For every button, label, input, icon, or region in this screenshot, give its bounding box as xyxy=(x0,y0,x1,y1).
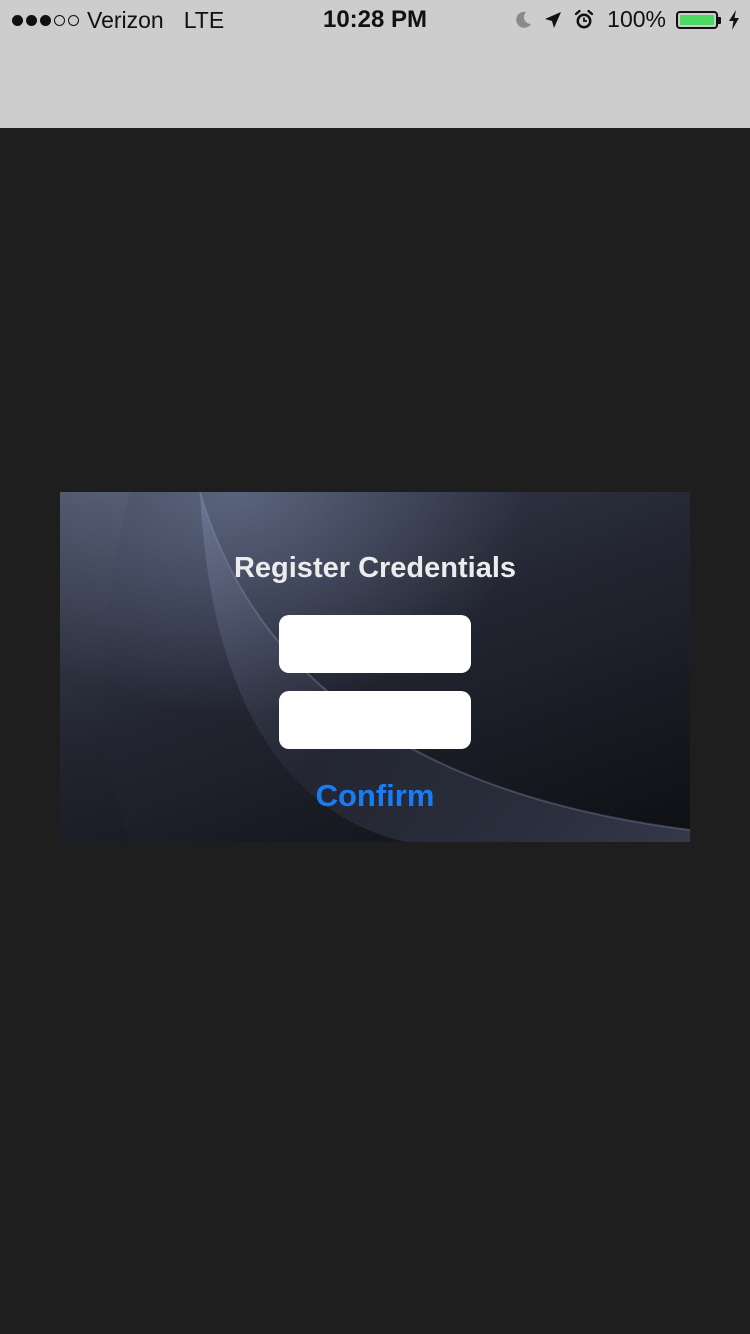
confirm-button[interactable]: Confirm xyxy=(60,778,690,814)
signal-strength-icon xyxy=(12,15,79,26)
charging-bolt-icon xyxy=(728,9,740,30)
credential-field-1[interactable] xyxy=(279,615,471,673)
battery-fill xyxy=(680,14,714,25)
status-bar-row: Verizon LTE 10:28 PM 100% xyxy=(0,0,750,40)
battery-percentage: 100% xyxy=(607,6,666,32)
credential-field-2[interactable] xyxy=(279,691,471,749)
alarm-icon xyxy=(573,9,595,31)
status-bar: Verizon LTE 10:28 PM 100% xyxy=(0,0,750,128)
signal-dot xyxy=(26,15,37,26)
moon-icon xyxy=(513,10,533,30)
carrier-name: Verizon xyxy=(87,7,164,33)
network-type: LTE xyxy=(183,7,225,33)
battery-icon xyxy=(676,10,721,29)
status-bar-left: Verizon LTE xyxy=(12,7,224,34)
status-bar-right: 100% xyxy=(513,6,740,33)
signal-dot xyxy=(12,15,23,26)
battery-tip xyxy=(718,16,721,24)
dialog-title: Register Credentials xyxy=(233,552,517,584)
location-arrow-icon xyxy=(543,10,563,30)
register-dialog: Register Credentials Confirm xyxy=(60,492,690,842)
signal-dot xyxy=(54,15,65,26)
signal-dot xyxy=(40,15,51,26)
signal-dot xyxy=(68,15,79,26)
